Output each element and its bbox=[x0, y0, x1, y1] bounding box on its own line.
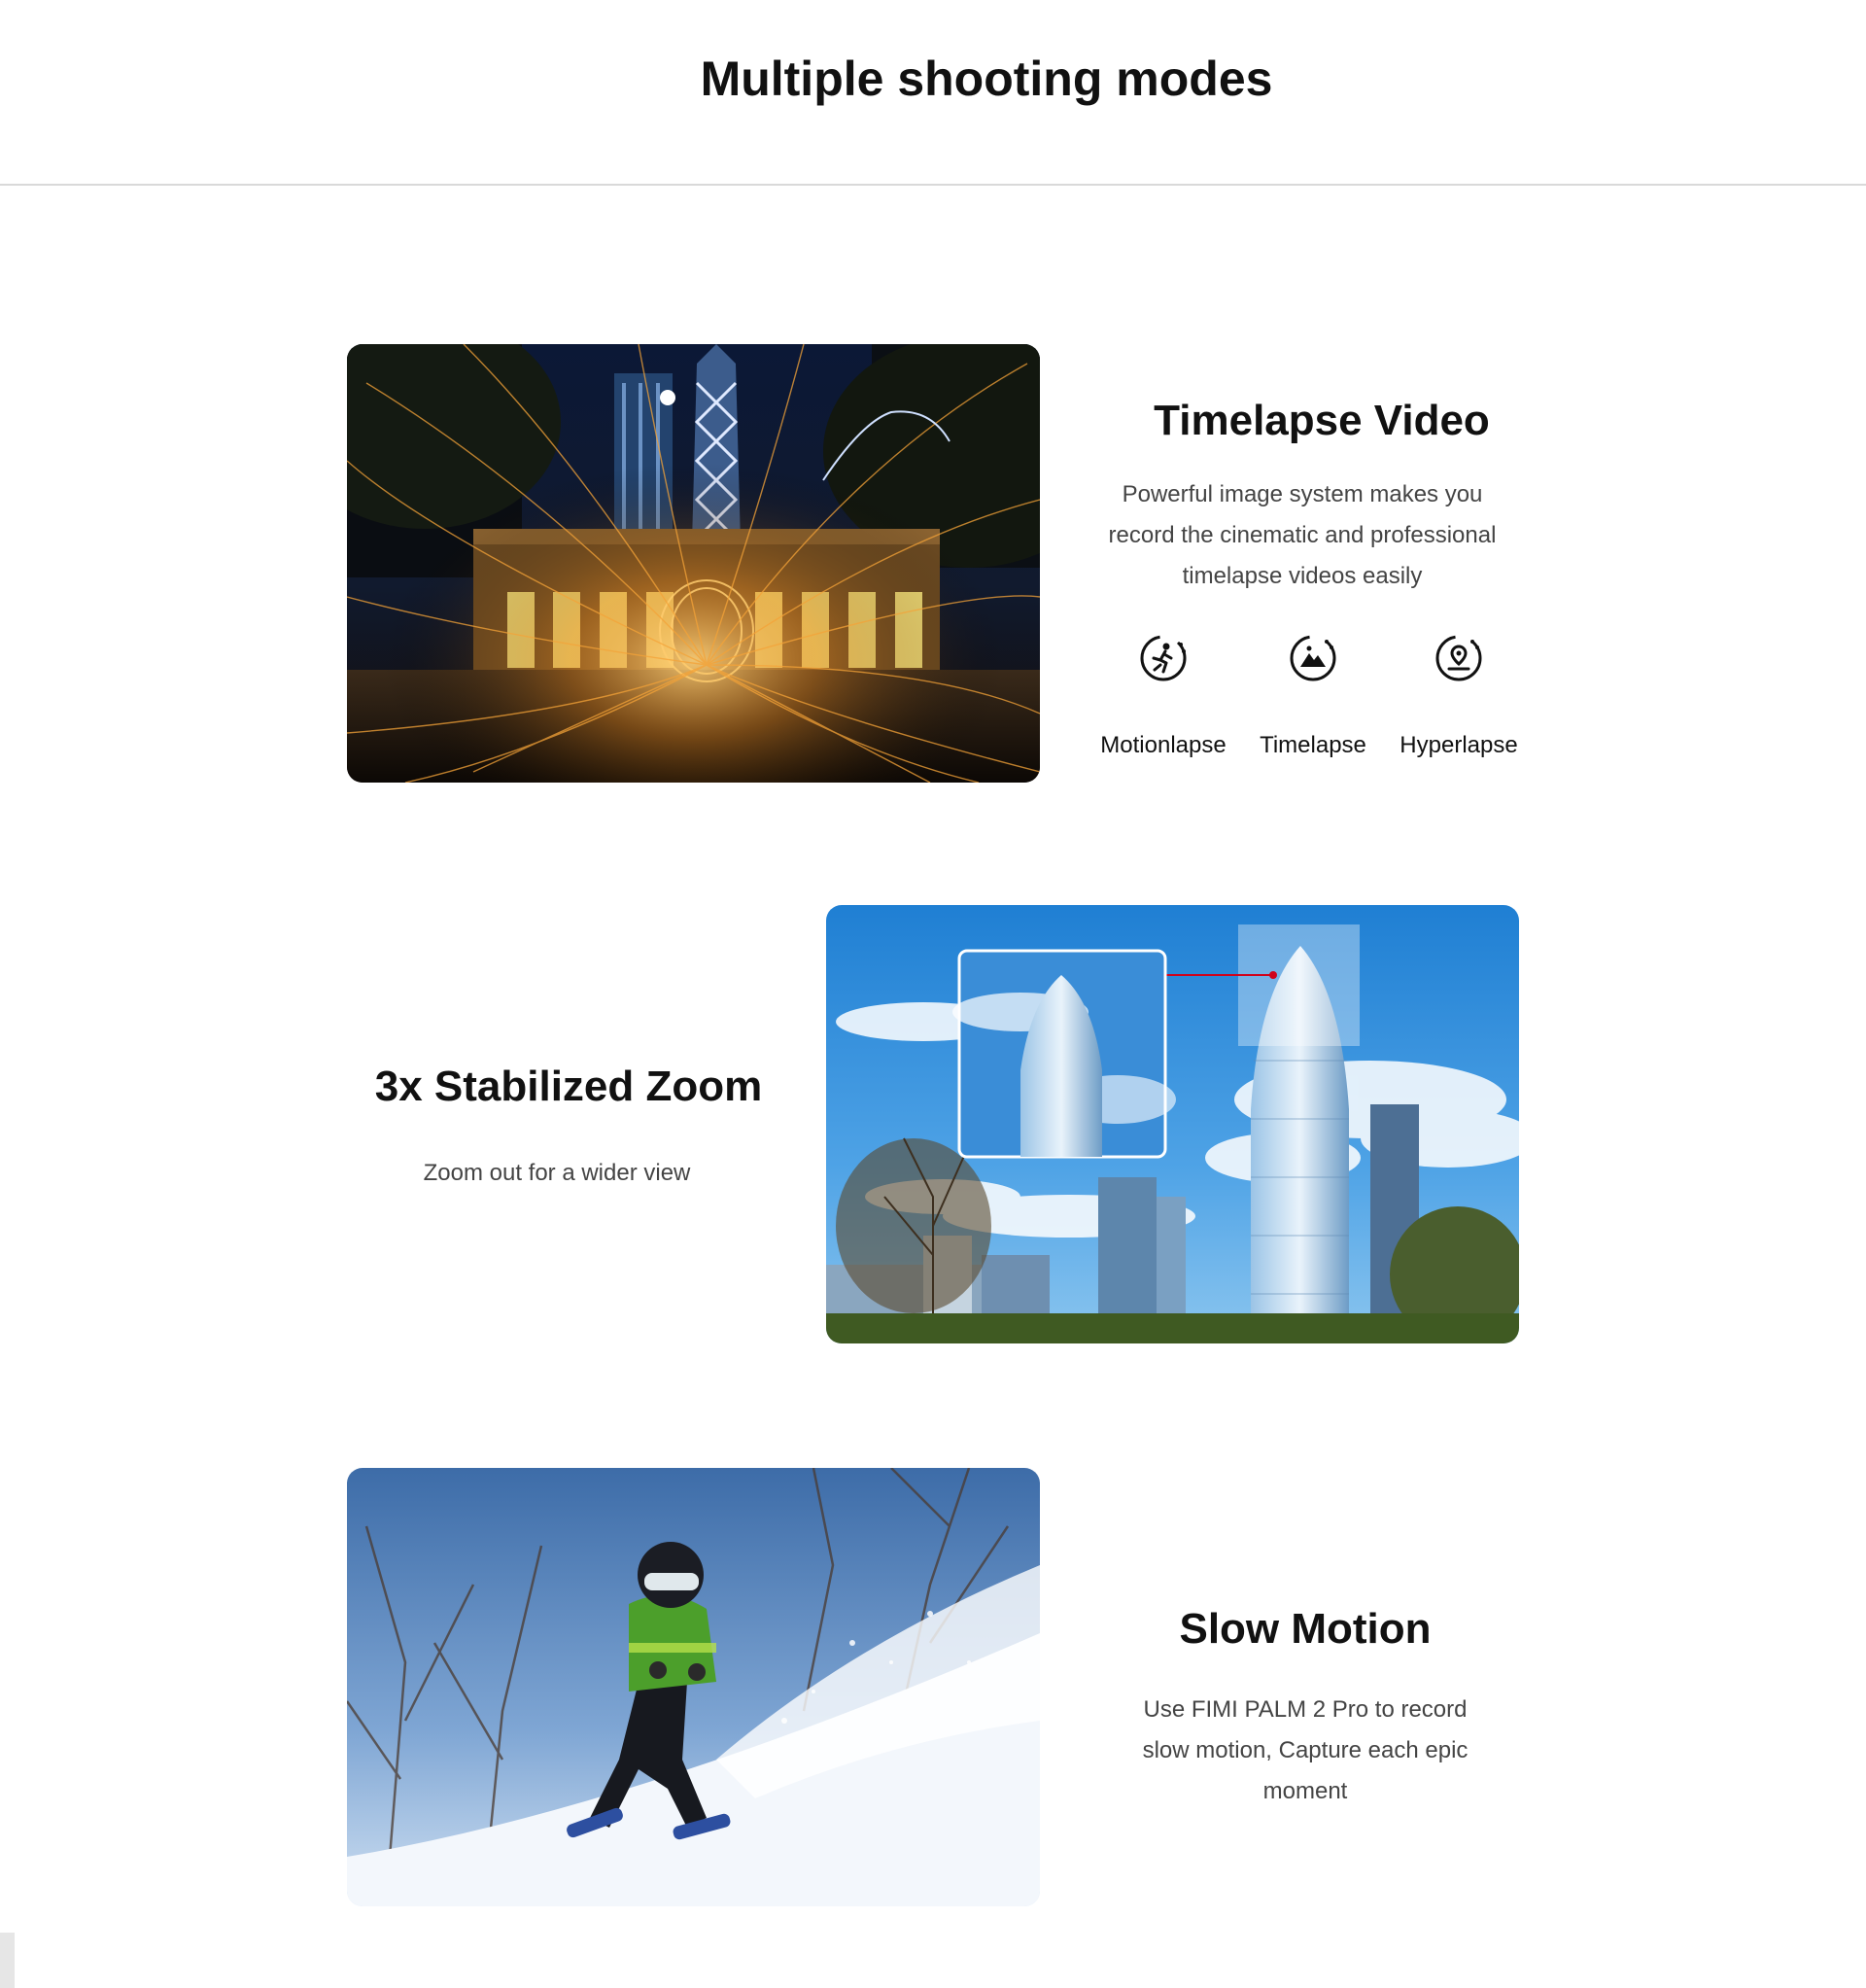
timelapse-icon bbox=[1290, 635, 1336, 681]
slow-motion-description-line: Use FIMI PALM 2 Pro to record bbox=[1143, 1696, 1468, 1723]
scroll-edge bbox=[0, 1933, 15, 1988]
timelapse-description: Powerful image system makes you record t… bbox=[1050, 474, 1555, 597]
slow-motion-photo bbox=[347, 1468, 1040, 1906]
motionlapse-icon bbox=[1140, 635, 1187, 681]
timelapse-description-line: Powerful image system makes you bbox=[1122, 481, 1483, 507]
timelapse-description-line: timelapse videos easily bbox=[1182, 563, 1423, 589]
mode-motionlapse[interactable]: Motionlapse bbox=[1076, 633, 1251, 759]
timelapse-photo bbox=[347, 344, 1040, 783]
zoom-heading: 3x Stabilized Zoom bbox=[374, 1063, 763, 1110]
header-divider bbox=[0, 184, 1866, 186]
slow-motion-heading: Slow Motion bbox=[1179, 1605, 1432, 1653]
slow-motion-description-line: moment bbox=[1262, 1778, 1348, 1804]
page-title: Multiple shooting modes bbox=[700, 52, 1273, 106]
timelapse-description-line: record the cinematic and professional bbox=[1108, 522, 1497, 548]
mode-hyperlapse[interactable]: Hyperlapse bbox=[1371, 633, 1546, 759]
mode-label: Hyperlapse bbox=[1400, 732, 1518, 758]
slow-motion-description-line: slow motion, Capture each epic bbox=[1142, 1737, 1469, 1763]
zoom-description-line: Zoom out for a wider view bbox=[423, 1160, 691, 1186]
timelapse-heading: Timelapse Video bbox=[1154, 397, 1490, 444]
hyperlapse-icon bbox=[1435, 635, 1482, 681]
mode-label: Motionlapse bbox=[1100, 732, 1227, 758]
slow-motion-description: Use FIMI PALM 2 Pro to record slow motio… bbox=[1053, 1690, 1558, 1812]
zoom-photo bbox=[826, 905, 1519, 1343]
zoom-description: Zoom out for a wider view bbox=[304, 1153, 810, 1194]
